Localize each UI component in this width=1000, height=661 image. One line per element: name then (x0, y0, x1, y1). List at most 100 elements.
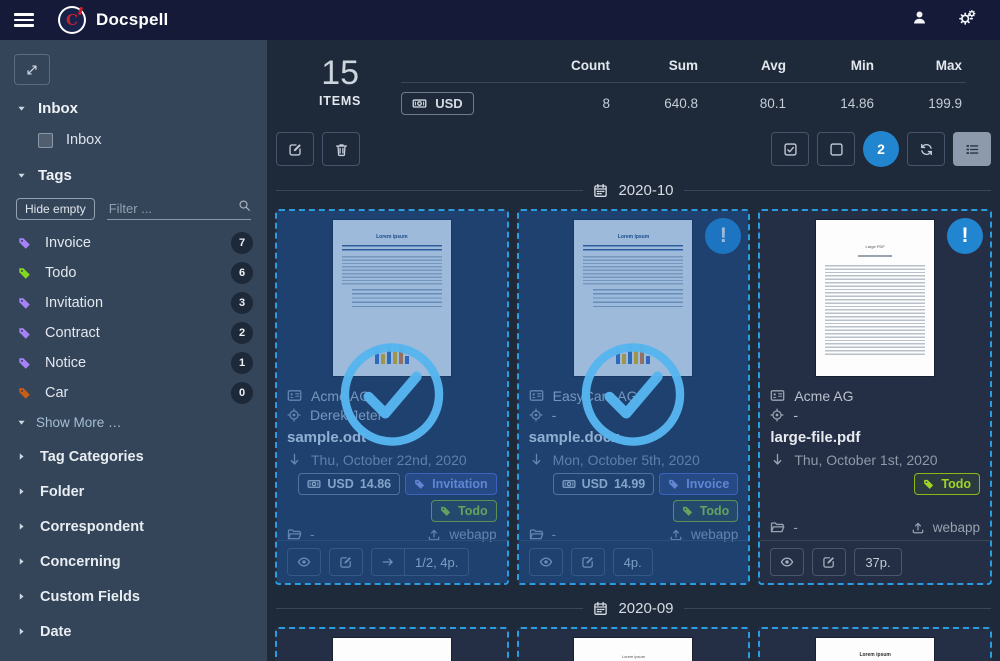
item-card[interactable]: Keywords in PDF (275, 627, 509, 661)
filter-sidebar: Inbox Inbox Tags Hide empty Invoice7Todo… (0, 40, 267, 661)
stats-header: Count (526, 58, 614, 73)
concerning-name: - (793, 407, 798, 423)
show-more-tags[interactable]: Show More … (0, 408, 267, 439)
selected-check-icon (336, 339, 448, 456)
hide-empty-button[interactable]: Hide empty (16, 198, 95, 220)
section-label: Inbox (38, 100, 78, 117)
calendar-icon (593, 183, 608, 198)
user-icon[interactable] (911, 9, 928, 31)
document-page: Large PDF (816, 220, 934, 376)
item-preview[interactable]: Keywords in PDF (277, 629, 507, 661)
tag-count-badge: 7 (231, 232, 253, 254)
item-details: Acme AG - large-file.pdf Thu, October 1st, … (760, 381, 990, 540)
check-square-icon (783, 142, 798, 157)
sidebar-tag-notice[interactable]: Notice1 (0, 348, 267, 378)
item-preview[interactable]: Lorem ipsum (760, 629, 990, 661)
main-content: 15 ITEMS CountSumAvgMinMax USD8640.880.1… (267, 40, 1000, 661)
tag-filter-input[interactable] (107, 200, 238, 217)
tag-icon (18, 386, 32, 400)
item-card[interactable]: Large PDF Acme AG - large-file.pdf Thu, Octo… (758, 209, 992, 585)
item-meta-row: - webapp (770, 517, 980, 537)
stats-value: 640.8 (614, 96, 702, 111)
delete-selected-button[interactable] (322, 132, 360, 166)
stats-value: 199.9 (878, 96, 966, 111)
sidebar-tag-contract[interactable]: Contract2 (0, 318, 267, 348)
selected-check-icon (577, 339, 689, 456)
edit-selected-button[interactable] (276, 132, 314, 166)
tag-list: Invoice7Todo6Invitation3Contract2Notice1… (0, 228, 267, 408)
expand-sidebar-button[interactable] (14, 54, 50, 85)
sidebar-section-due-date[interactable]: Due Date (0, 649, 267, 661)
folder-value: - (770, 520, 798, 535)
item-date-row: Thu, October 1st, 2020 (770, 450, 980, 469)
cogs-icon[interactable] (958, 9, 976, 32)
badge-area: Todo (770, 469, 980, 517)
section-label: Date (40, 624, 71, 640)
selected-count-badge: 2 (863, 131, 899, 167)
items-count-block: 15 ITEMS (319, 56, 361, 108)
date-divider: 2020-10 (276, 182, 991, 199)
money-icon (412, 96, 427, 111)
correspondent-row: Acme AG (770, 386, 980, 405)
brand[interactable]: C Docspell (58, 6, 168, 34)
page-count: 37p. (854, 548, 901, 576)
tag-count-badge: 0 (231, 382, 253, 404)
tag-icon (18, 326, 32, 340)
search-icon (238, 199, 251, 212)
document-page: Lorem ipsum (816, 638, 934, 661)
inbox-checkbox[interactable] (38, 133, 53, 148)
section-inbox-header[interactable]: Inbox (0, 89, 267, 126)
stats-header: Max (878, 58, 966, 73)
list-icon (965, 142, 980, 157)
item-card[interactable]: Lorem ipsum (517, 627, 751, 661)
card-footer: 37p. (760, 540, 990, 583)
caret-down-icon (16, 103, 27, 114)
stats-value: 14.86 (790, 96, 878, 111)
item-card[interactable]: Lorem ipsumAcme AGDerek Jetersample.odtT… (275, 209, 509, 585)
sidebar-section-tag-categories[interactable]: Tag Categories (0, 439, 267, 474)
stats-header: Min (790, 58, 878, 73)
items-count: 15 (319, 56, 361, 92)
sidebar-section-custom-fields[interactable]: Custom Fields (0, 579, 267, 614)
document-page: Lorem ipsum (574, 638, 692, 661)
list-view-button[interactable] (953, 132, 991, 166)
item-title[interactable]: large-file.pdf (770, 429, 980, 446)
sidebar-section-folder[interactable]: Folder (0, 474, 267, 509)
date-divider: 2020-09 (276, 600, 991, 617)
preview-item-button[interactable] (770, 548, 804, 576)
item-date: Thu, October 1st, 2020 (794, 452, 937, 468)
select-all-button[interactable] (771, 132, 809, 166)
source-value: webapp (911, 520, 980, 535)
menu-icon[interactable] (14, 13, 34, 27)
caret-right-icon (16, 626, 27, 637)
items-count-label: ITEMS (319, 94, 361, 108)
sidebar-section-concerning[interactable]: Concerning (0, 544, 267, 579)
deselect-all-button[interactable] (817, 132, 855, 166)
card-grid: Lorem ipsumAcme AGDerek Jetersample.odtT… (275, 209, 992, 585)
concerning-row: - (770, 405, 980, 424)
sidebar-section-date[interactable]: Date (0, 614, 267, 649)
date-divider-label: 2020-09 (618, 600, 673, 617)
currency-stats-table: CountSumAvgMinMax USD8640.880.114.86199.… (401, 58, 966, 115)
edit-icon (822, 555, 836, 569)
refresh-button[interactable] (907, 132, 945, 166)
preview-title: Large PDF (825, 244, 925, 249)
sidebar-tag-invoice[interactable]: Invoice7 (0, 228, 267, 258)
caret-down-icon (16, 417, 27, 428)
item-card[interactable]: Lorem ipsumEasyCare AG-sample.docxMon, O… (517, 209, 751, 585)
sidebar-tag-invitation[interactable]: Invitation3 (0, 288, 267, 318)
currency-badge: USD (401, 92, 473, 115)
section-label: Tags (38, 167, 72, 184)
tag-badge-todo[interactable]: Todo (914, 473, 980, 495)
sidebar-tag-todo[interactable]: Todo6 (0, 258, 267, 288)
inbox-filter-item[interactable]: Inbox (0, 126, 267, 156)
refresh-icon (919, 142, 934, 157)
sidebar-tag-car[interactable]: Car0 (0, 378, 267, 408)
tag-count-badge: 3 (231, 292, 253, 314)
item-card[interactable]: Lorem ipsum (758, 627, 992, 661)
section-tags-header[interactable]: Tags (0, 156, 267, 193)
edit-item-button[interactable] (812, 548, 846, 576)
item-preview[interactable]: Lorem ipsum (519, 629, 749, 661)
sidebar-section-correspondent[interactable]: Correspondent (0, 509, 267, 544)
expand-icon (25, 63, 39, 77)
